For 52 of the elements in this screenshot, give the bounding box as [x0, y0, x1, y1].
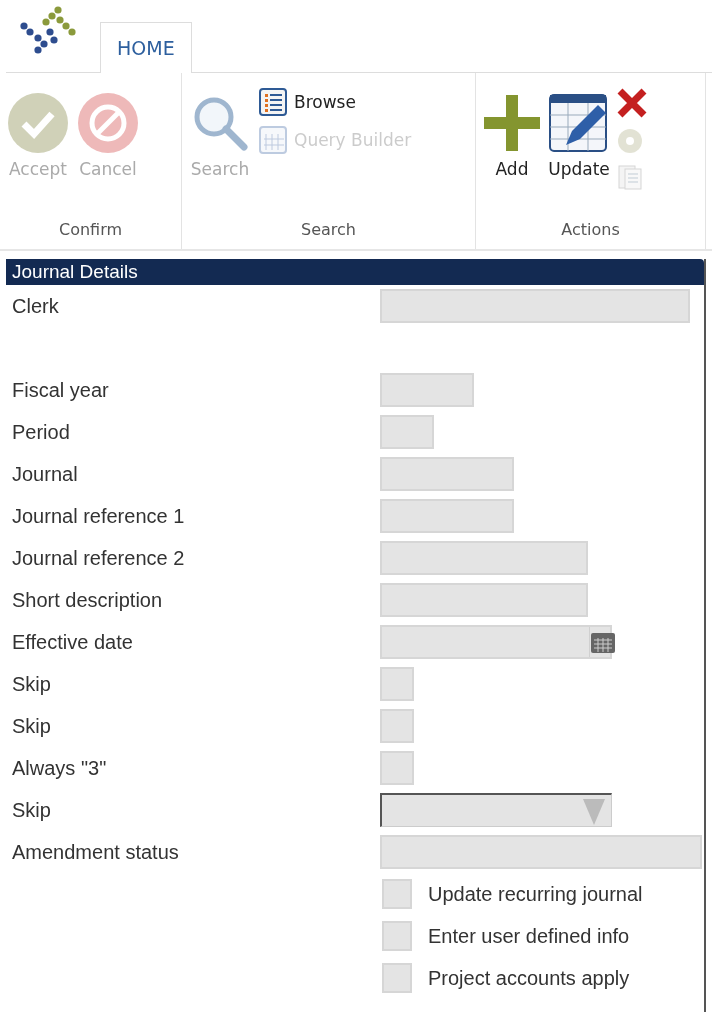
input-field[interactable] — [380, 667, 414, 701]
check-icon — [6, 91, 70, 155]
checkbox-label: Update recurring journal — [428, 882, 643, 906]
field-label: Skip — [12, 798, 52, 822]
input-field[interactable] — [380, 541, 588, 575]
field-label: Journal — [12, 462, 79, 486]
grid-icon — [258, 125, 288, 155]
x-icon — [616, 87, 648, 119]
document-icon — [616, 163, 644, 191]
field-label: Skip — [12, 714, 52, 738]
input-field[interactable] — [380, 583, 588, 617]
field-label: Clerk — [12, 294, 60, 318]
input-field[interactable] — [380, 457, 514, 491]
table-pencil-icon — [548, 91, 610, 155]
disc-icon — [616, 127, 644, 155]
field-label: Amendment status — [12, 840, 180, 864]
checkbox-label: Enter user defined info — [428, 924, 630, 948]
group-label: Actions — [560, 219, 621, 241]
checkbox[interactable] — [382, 921, 412, 951]
group-label: Confirm — [57, 219, 124, 241]
ribbon-button[interactable]: Add — [482, 79, 542, 215]
input-field[interactable] — [380, 373, 474, 407]
ribbon-icon-button[interactable] — [616, 87, 648, 119]
input-field[interactable] — [380, 289, 690, 323]
input-field[interactable] — [380, 751, 414, 785]
input-field[interactable] — [380, 835, 702, 869]
field-label: Period — [12, 420, 71, 444]
field-label: Skip — [12, 672, 52, 696]
group-label: Search — [300, 219, 357, 241]
dropdown[interactable] — [380, 793, 612, 827]
input-field[interactable] — [380, 415, 434, 449]
field-label: Journal reference 2 — [12, 546, 186, 570]
prohibited-icon — [76, 91, 140, 155]
field-label: Always "3" — [12, 756, 108, 780]
panel-title: Journal Details — [6, 259, 704, 285]
calendar-button[interactable] — [589, 627, 616, 657]
field-label: Short description — [12, 588, 164, 612]
field-label: Effective date — [12, 630, 134, 654]
list-icon — [258, 87, 288, 117]
date-field[interactable] — [380, 625, 612, 659]
dropdown-arrow-icon — [583, 796, 605, 825]
tab[interactable]: HOME — [100, 22, 192, 73]
checkbox[interactable] — [382, 963, 412, 993]
input-field[interactable] — [380, 499, 514, 533]
field-label: Fiscal year — [12, 378, 110, 402]
checkbox[interactable] — [382, 879, 412, 909]
checkbox-label: Project accounts apply — [428, 966, 630, 990]
calendar-icon — [590, 630, 616, 654]
field-label: Journal reference 1 — [12, 504, 186, 528]
ribbon-button[interactable]: Update — [548, 79, 610, 215]
input-field[interactable] — [380, 709, 414, 743]
ribbon-button[interactable]: Browse — [258, 87, 412, 117]
